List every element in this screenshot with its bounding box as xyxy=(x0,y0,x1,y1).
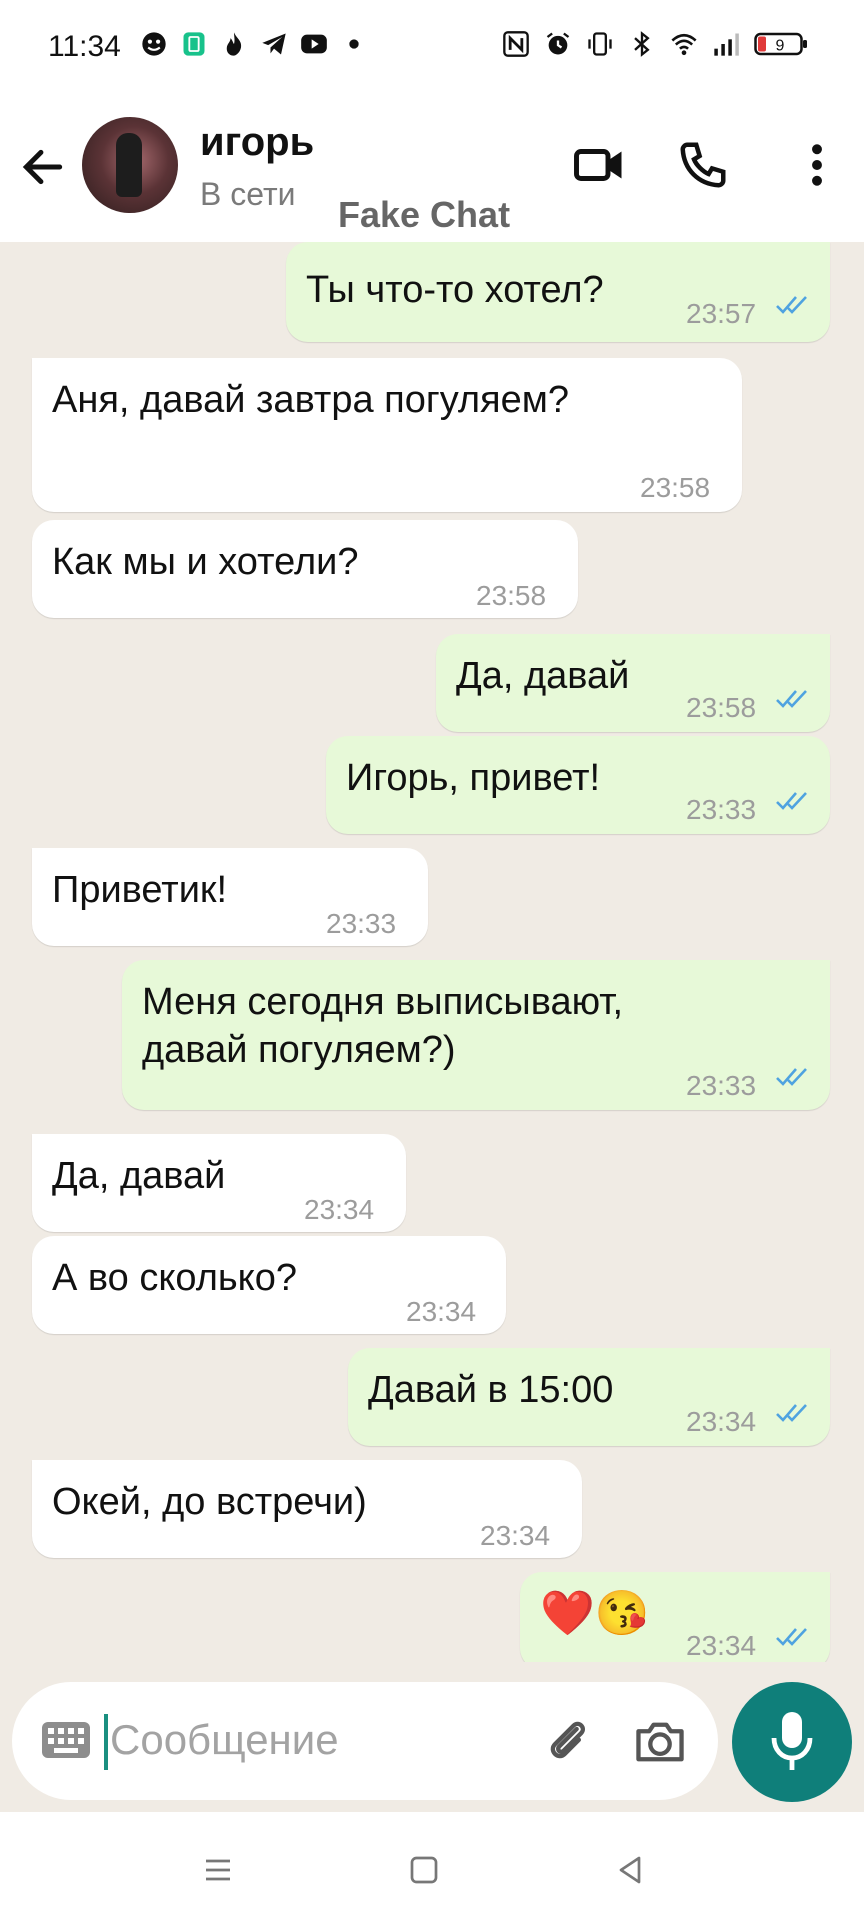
message-bubble-incoming[interactable]: Аня, давай завтра погуляем? 23:58 xyxy=(32,358,742,512)
message-time: 23:34 xyxy=(304,1194,375,1225)
message-text: Ты что-то хотел? xyxy=(306,269,604,311)
message-time: 23:33 xyxy=(686,1070,757,1101)
read-ticks-icon xyxy=(776,1628,807,1646)
message-bubble-outgoing[interactable]: ❤️😘 23:34 xyxy=(520,1572,830,1662)
message-text: Аня, давай завтра погуляем? xyxy=(52,379,570,421)
avatar[interactable] xyxy=(82,117,178,213)
signal-icon xyxy=(714,33,739,56)
message-time: 23:34 xyxy=(406,1296,477,1327)
vibrate-icon xyxy=(588,32,612,56)
message-time: 23:34 xyxy=(686,1630,757,1661)
read-ticks-icon xyxy=(776,1404,807,1422)
message-time: 23:33 xyxy=(686,794,757,825)
message-text: ❤️😘 xyxy=(540,1589,650,1638)
message-bubble-outgoing[interactable]: Игорь, привет! 23:33 xyxy=(326,736,830,834)
back-nav-icon[interactable] xyxy=(612,1852,648,1888)
youtube-icon xyxy=(301,34,327,54)
message-time: 23:58 xyxy=(686,692,757,723)
message-bubble-outgoing[interactable]: Давай в 15:00 23:34 xyxy=(348,1348,830,1446)
video-call-icon[interactable] xyxy=(572,138,626,192)
message-time: 23:34 xyxy=(686,1406,757,1437)
message-bubble-incoming[interactable]: А во сколько? 23:34 xyxy=(32,1236,506,1334)
message-input-bar: Сообщение xyxy=(12,1682,718,1800)
more-vert-icon[interactable] xyxy=(790,138,844,192)
menu-nav-icon[interactable] xyxy=(200,1852,236,1888)
status-left-icons xyxy=(140,30,368,58)
message-bubble-outgoing[interactable]: Меня сегодня выписывают, давай погуляем?… xyxy=(122,960,830,1110)
message-text: Как мы и хотели? xyxy=(52,541,359,583)
status-bar: 11:34 9 xyxy=(0,0,864,100)
phone-icon[interactable] xyxy=(676,138,730,192)
message-bubble-incoming[interactable]: Приветик! 23:33 xyxy=(32,848,428,946)
mic-icon xyxy=(771,1712,813,1770)
avatar-figure xyxy=(116,133,142,197)
message-time: 23:58 xyxy=(640,472,711,503)
status-time: 11:34 xyxy=(48,30,121,63)
message-list[interactable]: Ты что-то хотел? 23:57 Аня, давай завтра… xyxy=(0,242,864,1662)
read-ticks-icon xyxy=(776,690,807,708)
message-text: Меня сегодня выписывают, давай погуляем?… xyxy=(142,981,624,1071)
keyboard-icon[interactable] xyxy=(40,1720,92,1760)
alarm-icon xyxy=(546,32,570,55)
message-time: 23:57 xyxy=(686,298,757,329)
telegram-icon xyxy=(262,33,286,55)
battery-icon: 9 xyxy=(754,32,807,56)
contact-name[interactable]: игорь xyxy=(200,120,314,165)
message-time: 23:58 xyxy=(476,580,547,611)
chat-header: игорь В сети Fake Chat xyxy=(0,100,864,242)
message-text: Давай в 15:00 xyxy=(368,1369,614,1411)
message-text: Игорь, привет! xyxy=(346,757,601,799)
text-cursor xyxy=(104,1714,108,1770)
flame-icon xyxy=(226,32,242,56)
wifi-icon xyxy=(671,33,697,56)
status-right-icons: 9 xyxy=(502,30,808,58)
read-ticks-icon xyxy=(776,296,807,314)
message-input[interactable]: Сообщение xyxy=(110,1716,339,1764)
home-nav-icon[interactable] xyxy=(406,1852,442,1888)
read-ticks-icon xyxy=(776,1068,807,1086)
attach-icon[interactable] xyxy=(542,1716,594,1768)
message-text: Приветик! xyxy=(52,869,228,911)
message-time: 23:33 xyxy=(326,908,397,939)
message-bubble-incoming[interactable]: Окей, до встречи) 23:34 xyxy=(32,1460,582,1558)
message-text: Да, давай xyxy=(52,1155,226,1197)
back-arrow-icon[interactable] xyxy=(18,142,68,192)
watermark: Fake Chat xyxy=(338,194,511,235)
nfc-icon xyxy=(503,31,529,57)
message-text: Окей, до встречи) xyxy=(52,1481,367,1523)
message-text: А во сколько? xyxy=(52,1257,297,1299)
system-nav-bar xyxy=(0,1812,864,1920)
battery-saver-icon xyxy=(183,32,205,56)
message-bubble-outgoing[interactable]: Да, давай 23:58 xyxy=(436,634,830,732)
battery-level: 9 xyxy=(776,38,785,55)
bluetooth-icon xyxy=(634,31,650,57)
message-text: Да, давай xyxy=(456,655,630,697)
contact-status: В сети xyxy=(200,176,296,212)
dot-icon xyxy=(349,39,359,49)
camera-icon[interactable] xyxy=(632,1716,688,1768)
message-bubble-incoming[interactable]: Да, давай 23:34 xyxy=(32,1134,406,1232)
message-time: 23:34 xyxy=(480,1520,551,1551)
message-bubble-incoming[interactable]: Как мы и хотели? 23:58 xyxy=(32,520,578,618)
mic-button[interactable] xyxy=(732,1682,852,1802)
message-bubble-outgoing[interactable]: Ты что-то хотел? 23:57 xyxy=(286,242,830,342)
read-ticks-icon xyxy=(776,792,807,810)
face-icon xyxy=(142,32,166,56)
